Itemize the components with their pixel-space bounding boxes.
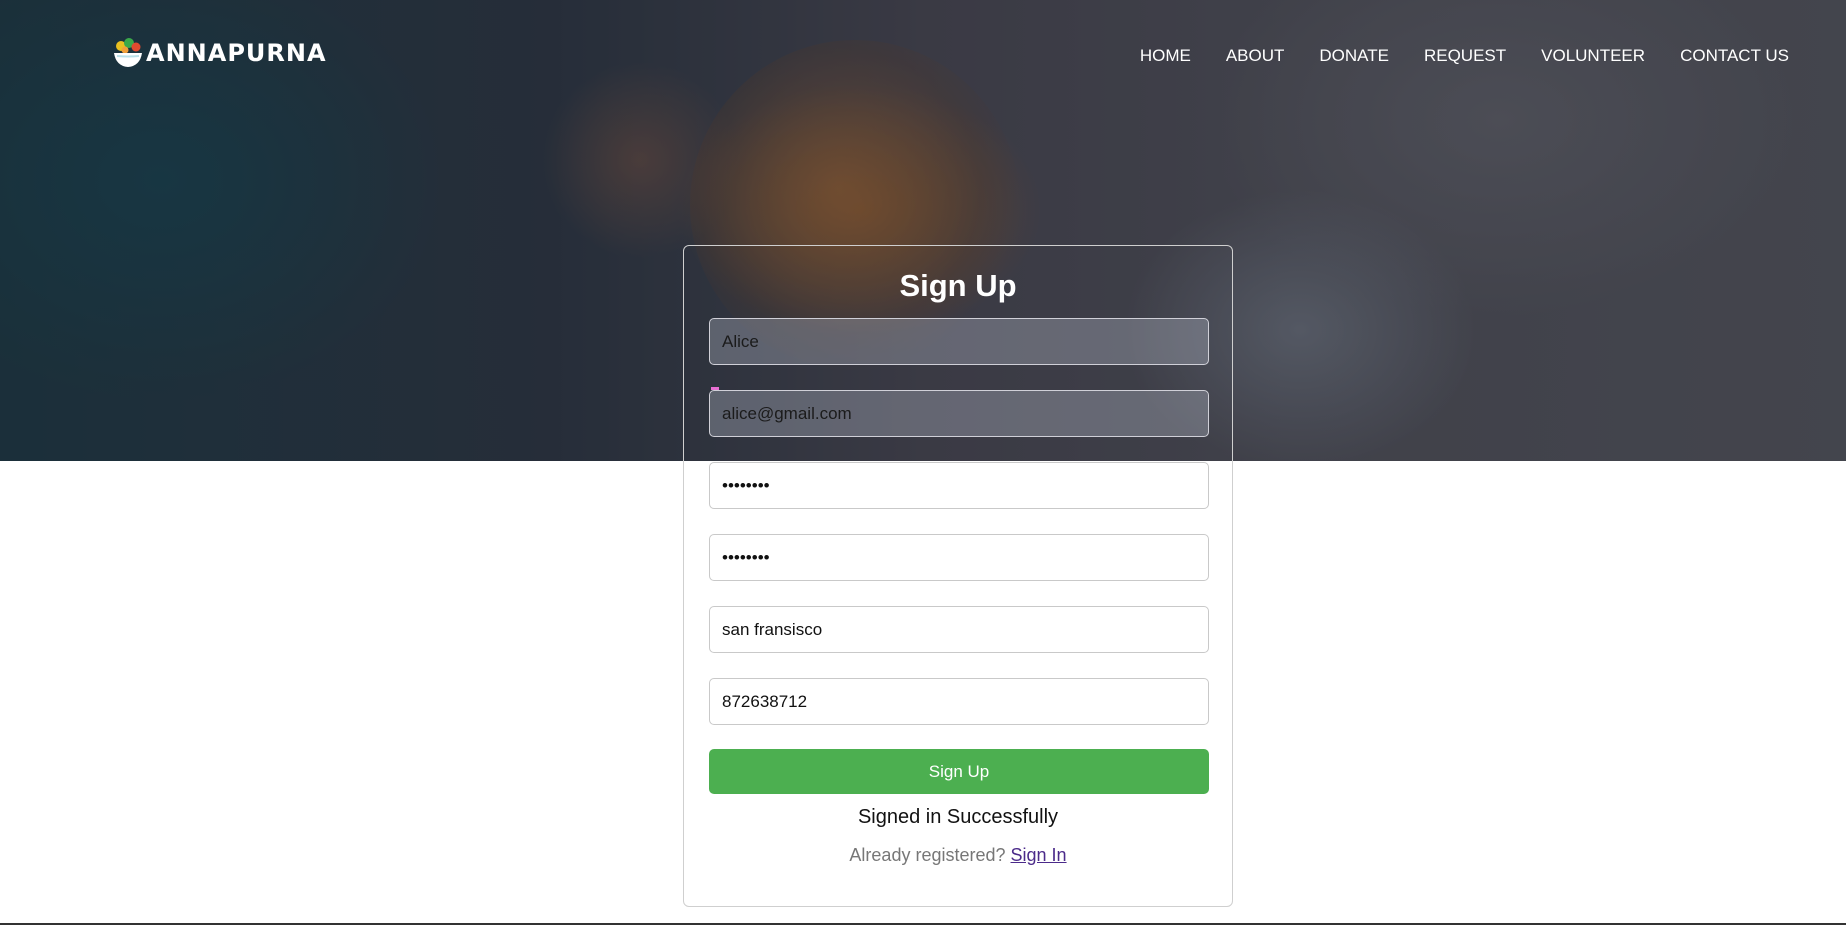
main-nav: HOME ABOUT DONATE REQUEST VOLUNTEER CONT… (1105, 46, 1789, 66)
confirm-password-field[interactable] (709, 534, 1209, 581)
signin-prompt: Already registered? Sign In (684, 845, 1232, 866)
salad-bowl-icon (112, 36, 144, 70)
nav-request[interactable]: REQUEST (1424, 46, 1506, 66)
phone-field[interactable] (709, 678, 1209, 725)
location-field[interactable] (709, 606, 1209, 653)
signin-link[interactable]: Sign In (1011, 845, 1067, 865)
brand-name: ANNAPURNA (146, 39, 327, 67)
password-field[interactable] (709, 462, 1209, 509)
signup-button[interactable]: Sign Up (709, 749, 1209, 794)
signup-card: Sign Up Sign Up Signed in Successfully A… (683, 245, 1233, 907)
nav-volunteer[interactable]: VOLUNTEER (1541, 46, 1645, 66)
nav-about[interactable]: ABOUT (1226, 46, 1285, 66)
email-field[interactable] (709, 390, 1209, 437)
name-field[interactable] (709, 318, 1209, 365)
nav-donate[interactable]: DONATE (1319, 46, 1389, 66)
brand-logo[interactable]: ANNAPURNA (112, 36, 327, 70)
navbar: ANNAPURNA HOME ABOUT DONATE REQUEST VOLU… (0, 0, 1846, 110)
nav-contact-us[interactable]: CONTACT US (1680, 46, 1789, 66)
signup-title: Sign Up (899, 268, 1017, 303)
nav-home[interactable]: HOME (1140, 46, 1191, 66)
cursor-marker (711, 387, 719, 390)
status-message: Signed in Successfully (857, 806, 1059, 828)
already-registered-text: Already registered? (849, 845, 1011, 865)
